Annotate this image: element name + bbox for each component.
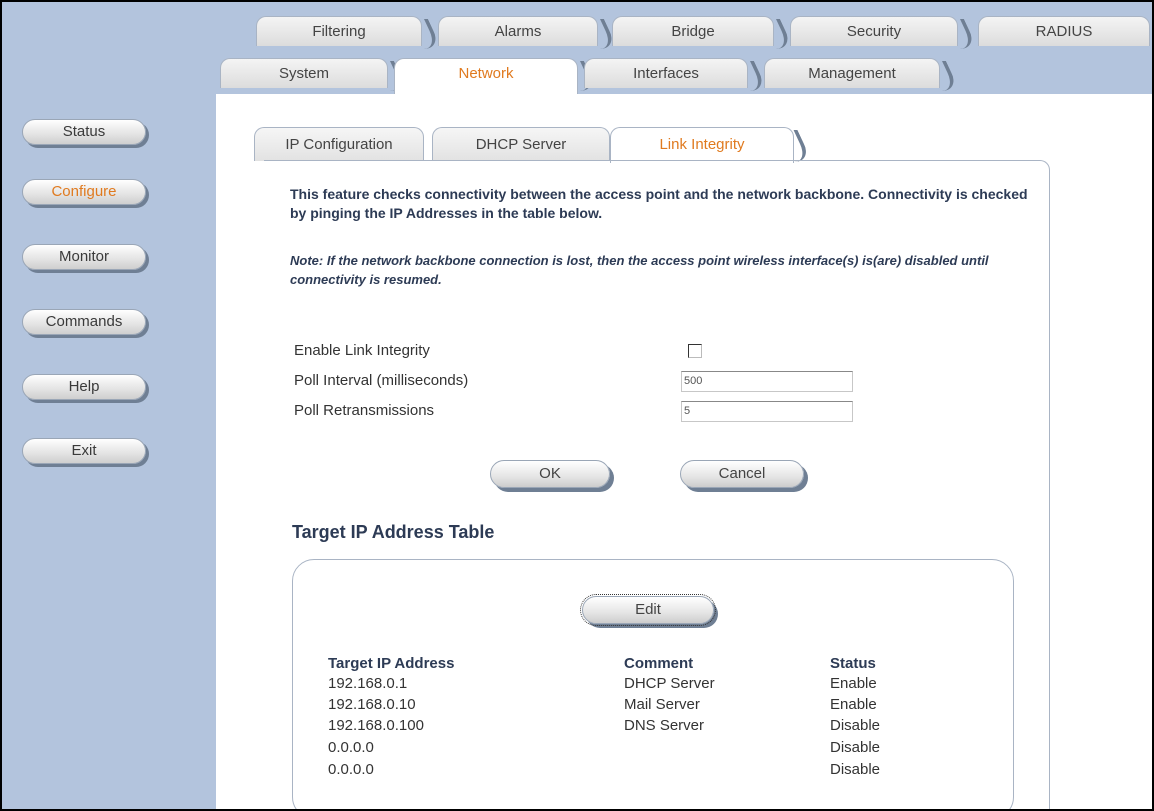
col-header-target-ip: Target IP Address [328,655,455,672]
feature-note: Note: If the network backbone connection… [290,253,989,287]
table-cell-status: Enable [830,696,877,713]
configure-button[interactable]: Configure [22,179,146,205]
table-cell-comment: DNS Server [624,717,705,734]
table-cell-comment: DHCP Server [624,675,715,692]
commands-button[interactable]: Commands [22,309,146,335]
cancel-button[interactable]: Cancel [680,460,804,488]
app-frame: Status Configure Monitor Commands Help E… [0,0,1154,811]
edit-button[interactable]: Edit [580,594,716,626]
status-button[interactable]: Status [22,119,146,145]
table-cell-ip: 0.0.0.0 [328,761,374,778]
poll-interval-input[interactable]: 500 [681,371,853,392]
tab-radius[interactable]: RADIUS [978,16,1150,46]
table-cell-comment: Mail Server [624,696,700,713]
col-header-comment: Comment [624,655,694,672]
enable-link-integrity-checkbox[interactable] [688,344,702,358]
tab-alarms[interactable]: Alarms [438,16,598,46]
poll-retransmissions-input[interactable]: 5 [681,401,853,422]
ok-button[interactable]: OK [490,460,610,488]
table-cell-ip: 192.168.0.1 [328,675,408,692]
tab-filtering[interactable]: Filtering [256,16,422,46]
tab-interfaces[interactable]: Interfaces [584,58,748,88]
tab-bridge[interactable]: Bridge [612,16,774,46]
table-cell-ip: 192.168.0.10 [328,696,416,713]
poll-retransmissions-label: Poll Retransmissions [294,402,435,419]
tab-system[interactable]: System [220,58,388,88]
table-cell-ip: 0.0.0.0 [328,739,374,756]
tab-dhcp-server[interactable]: DHCP Server [432,127,610,161]
enable-link-integrity-label: Enable Link Integrity [294,342,430,359]
table-cell-status: Enable [830,675,877,692]
table-cell-status: Disable [830,739,881,756]
feature-description: This feature checks connectivity between… [290,186,1028,221]
tab-management[interactable]: Management [764,58,940,88]
tab-ip-configuration[interactable]: IP Configuration [254,127,424,161]
col-header-status: Status [830,655,876,672]
table-title: Target IP Address Table [292,522,495,542]
poll-interval-label: Poll Interval (milliseconds) [294,372,469,389]
table-cell-ip: 192.168.0.100 [328,717,424,734]
table-cell-status: Disable [830,717,881,734]
exit-button[interactable]: Exit [22,438,146,464]
tab-link-integrity[interactable]: Link Integrity [610,127,794,163]
sidebar: Status Configure Monitor Commands Help E… [2,2,216,809]
help-button[interactable]: Help [22,374,146,400]
monitor-button[interactable]: Monitor [22,244,146,270]
top-tab-band: Filtering Alarms Bridge Security RADIUS … [216,2,1152,94]
table-cell-status: Disable [830,761,881,778]
tab-security[interactable]: Security [790,16,958,46]
tab-network[interactable]: Network [394,58,578,94]
